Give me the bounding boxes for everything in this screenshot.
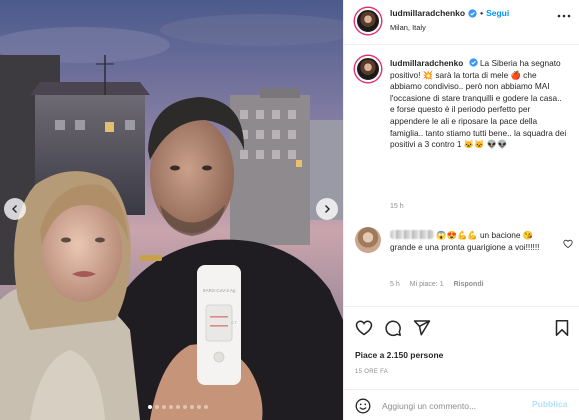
chevron-left-icon <box>12 205 17 213</box>
carousel-dot <box>197 405 201 409</box>
caption-body: La Siberia ha segnato positivo! 💥 sarà l… <box>390 58 567 150</box>
comment-icon <box>385 320 401 337</box>
carousel-dot <box>169 405 173 409</box>
post-location[interactable]: Milan, Italy <box>390 23 426 32</box>
more-options-icon <box>557 14 571 18</box>
bookmark-icon <box>555 320 569 336</box>
share-icon <box>413 320 431 336</box>
save-button[interactable] <box>553 319 571 337</box>
more-options-button[interactable] <box>556 9 572 19</box>
emoji-button[interactable] <box>355 398 371 414</box>
comment-meta: 5 h Mi piace: 1 Rispondi <box>390 281 484 288</box>
comment-like-button[interactable] <box>563 237 573 249</box>
carousel-dot <box>148 405 152 409</box>
chevron-right-icon <box>325 205 330 213</box>
commenter-avatar[interactable] <box>355 227 381 253</box>
add-comment-bar: Pubblica <box>344 389 579 420</box>
verified-badge-icon <box>468 58 478 67</box>
heart-icon <box>563 239 573 249</box>
follow-button[interactable]: Segui <box>486 8 509 18</box>
heart-icon <box>355 320 373 336</box>
test-marks: C T <box>231 321 237 325</box>
carousel-dot <box>183 405 187 409</box>
post-image: SARS-CoV-2 Ag C T <box>0 0 343 420</box>
header-separator: • <box>480 8 484 18</box>
comment-text: 😱😍💪💪 un bacione 😘 grande e una pronta gu… <box>390 230 558 253</box>
post-sidebar: ludmillaradchenko • Segui Milan, Italy l… <box>343 0 579 420</box>
comment-time: 5 h <box>390 281 400 288</box>
action-bar <box>355 319 431 337</box>
verified-badge-icon <box>468 8 477 18</box>
post-timestamp: 15 ORE FA <box>355 369 389 375</box>
caption-username[interactable]: ludmillaradchenko <box>390 58 463 68</box>
publish-button[interactable]: Pubblica <box>532 399 567 409</box>
post-actions-section: Piace a 2.150 persone 15 ORE FA Pubblica <box>344 306 579 420</box>
comment-input[interactable] <box>382 399 522 413</box>
carousel-next-button[interactable] <box>316 198 338 220</box>
caption-avatar[interactable] <box>355 56 381 82</box>
carousel-dot <box>155 405 159 409</box>
emoji-icon <box>355 398 371 414</box>
carousel-dots <box>148 405 208 409</box>
share-button[interactable] <box>413 319 431 337</box>
commenter-username-blurred[interactable] <box>390 230 434 239</box>
post-header: ludmillaradchenko • Segui Milan, Italy <box>344 0 579 45</box>
like-button[interactable] <box>355 319 373 337</box>
carousel-prev-button[interactable] <box>4 198 26 220</box>
post-photo[interactable]: SARS-CoV-2 Ag C T <box>0 0 343 420</box>
author-avatar[interactable] <box>355 8 381 34</box>
carousel-dot <box>190 405 194 409</box>
comment-button[interactable] <box>384 319 402 337</box>
carousel-dot <box>204 405 208 409</box>
comment-likes[interactable]: Mi piace: 1 <box>410 281 444 288</box>
author-line: ludmillaradchenko • Segui <box>390 8 509 18</box>
reply-button[interactable]: Rispondi <box>454 281 484 288</box>
carousel-dot <box>162 405 166 409</box>
carousel-dot <box>176 405 180 409</box>
caption-text: ludmillaradchenko La Siberia ha segnato … <box>390 58 568 151</box>
test-label: SARS-CoV-2 Ag <box>203 288 236 293</box>
likes-count[interactable]: Piace a 2.150 persone <box>355 350 443 360</box>
author-username[interactable]: ludmillaradchenko <box>390 8 465 18</box>
caption-time: 15 h <box>390 203 404 210</box>
